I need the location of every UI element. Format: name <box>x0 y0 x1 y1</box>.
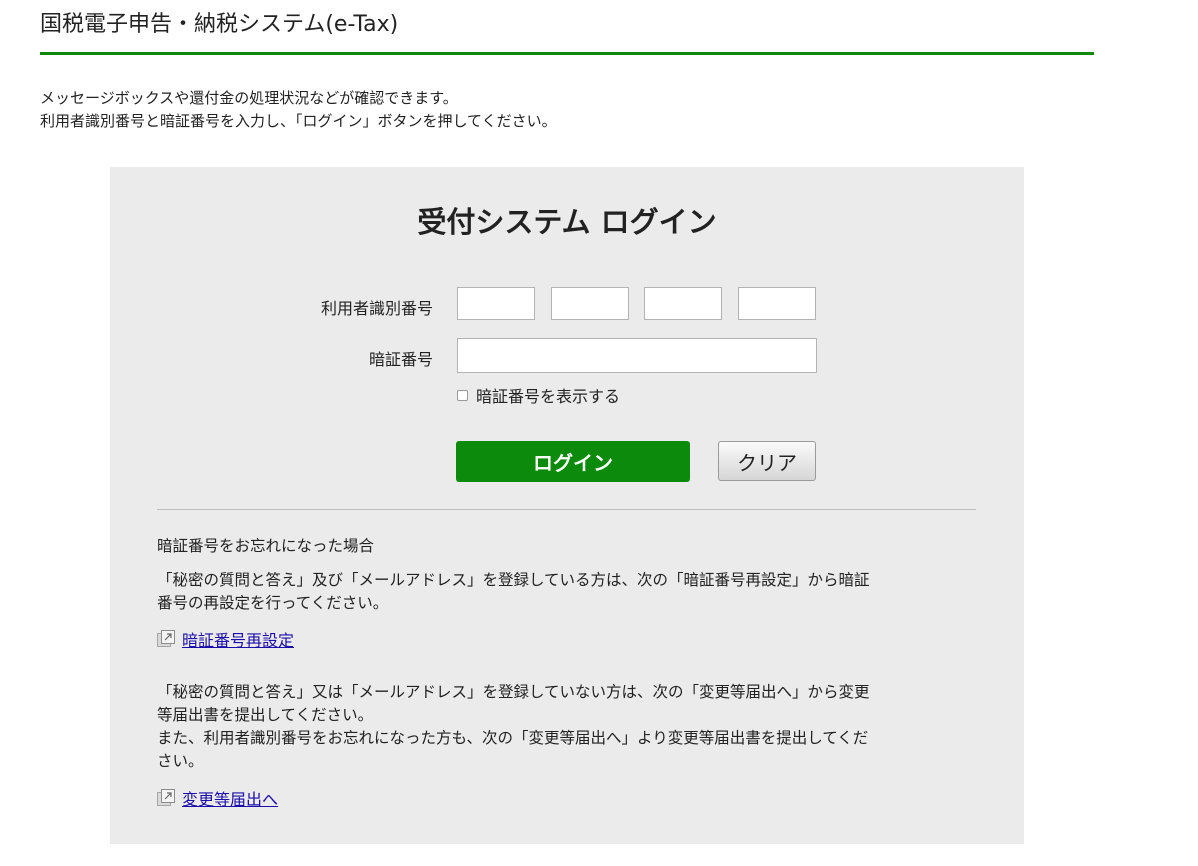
user-id-field-3[interactable] <box>644 287 722 320</box>
user-id-field-4[interactable] <box>738 287 816 320</box>
user-id-field-1[interactable] <box>457 287 535 320</box>
change-link-row[interactable]: 変更等届出へ <box>157 787 278 809</box>
instruction-line: 「秘密の質問と答え」及び「メールアドレス」を登録している方は、次の「暗証番号再設… <box>157 571 870 589</box>
intro-text: メッセージボックスや還付金の処理状況などが確認できます。 利用者識別番号と暗証番… <box>40 87 557 133</box>
instruction-line: 「秘密の質問と答え」又は「メールアドレス」を登録していない方は、次の「変更等届出… <box>157 683 870 701</box>
password-field[interactable] <box>457 338 817 373</box>
title-underline <box>40 52 1094 55</box>
external-link-icon <box>157 789 175 806</box>
login-button[interactable]: ログイン <box>456 441 690 482</box>
user-id-field-2[interactable] <box>551 287 629 320</box>
clear-button[interactable]: クリア <box>718 441 816 481</box>
login-heading: 受付システム ログイン <box>417 205 717 239</box>
intro-line: メッセージボックスや還付金の処理状況などが確認できます。 <box>40 89 458 107</box>
show-password-checkbox[interactable] <box>457 389 468 401</box>
instruction-line: また、利用者識別番号をお忘れになった方も、次の「変更等届出へ」より変更等届出書を… <box>157 729 869 747</box>
unregistered-instructions: 「秘密の質問と答え」又は「メールアドレス」を登録していない方は、次の「変更等届出… <box>157 681 870 773</box>
password-reset-link[interactable]: 暗証番号再設定 <box>182 627 294 651</box>
password-label: 暗証番号 <box>368 350 433 369</box>
reset-link-row[interactable]: 暗証番号再設定 <box>157 628 294 650</box>
instruction-line: 番号の再設定を行ってください。 <box>157 594 389 612</box>
page-title: 国税電子申告・納税システム(e-Tax) <box>40 12 399 37</box>
change-notification-link[interactable]: 変更等届出へ <box>182 786 278 810</box>
registered-instructions: 「秘密の質問と答え」及び「メールアドレス」を登録している方は、次の「暗証番号再設… <box>157 569 870 615</box>
forgot-password-title: 暗証番号をお忘れになった場合 <box>157 537 375 555</box>
instruction-line: さい。 <box>157 752 204 770</box>
user-id-label: 利用者識別番号 <box>320 299 433 318</box>
section-divider <box>157 509 976 510</box>
intro-line: 利用者識別番号と暗証番号を入力し、「ログイン」ボタンを押してください。 <box>40 112 557 130</box>
show-password-label: 暗証番号を表示する <box>476 387 621 406</box>
instruction-line: 等届出書を提出してください。 <box>157 706 374 724</box>
external-link-icon <box>157 630 175 647</box>
show-password-toggle[interactable]: 暗証番号を表示する <box>457 384 620 406</box>
